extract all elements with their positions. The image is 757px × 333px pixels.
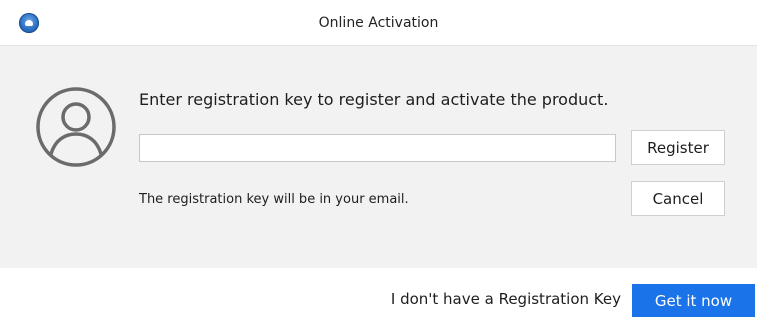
footer-bar: I don't have a Registration Key Get it n… (0, 268, 757, 333)
instruction-text: Enter registration key to register and a… (139, 90, 609, 109)
activation-panel: Enter registration key to register and a… (0, 46, 757, 268)
no-key-label: I don't have a Registration Key (390, 290, 621, 308)
registration-key-input[interactable] (139, 134, 616, 162)
title-bar: Online Activation (0, 0, 757, 46)
register-button[interactable]: Register (631, 130, 725, 165)
user-avatar-icon (36, 87, 116, 167)
online-activation-dialog: Online Activation Enter registration key… (0, 0, 757, 333)
email-hint-text: The registration key will be in your ema… (139, 192, 409, 207)
cancel-button[interactable]: Cancel (631, 181, 725, 216)
window-title: Online Activation (318, 15, 439, 31)
get-it-now-button[interactable]: Get it now (632, 284, 755, 317)
